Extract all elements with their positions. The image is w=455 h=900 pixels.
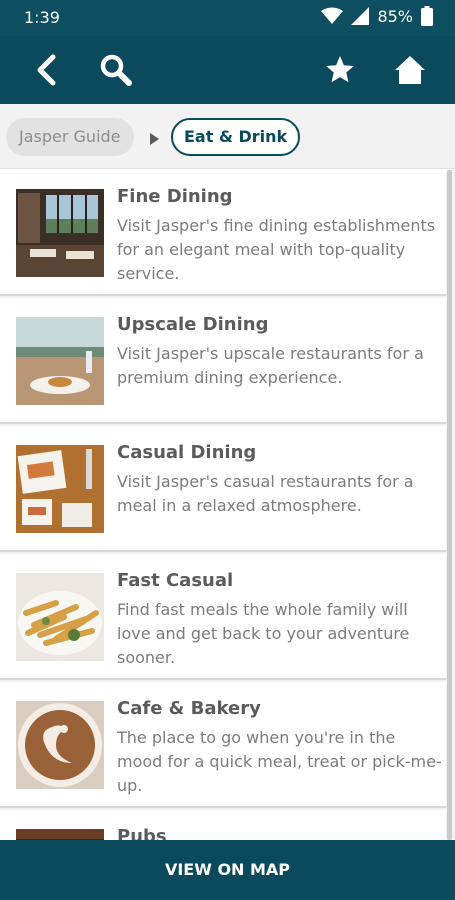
- list-item-title: Fast Casual: [117, 570, 234, 591]
- view-on-map-button[interactable]: VIEW ON MAP: [0, 840, 455, 900]
- breadcrumb-home[interactable]: Jasper Guide: [6, 118, 134, 156]
- list-item-title: Fine Dining: [117, 186, 233, 207]
- casual-dining-thumbnail: [16, 445, 104, 533]
- breadcrumb-arrow-icon: [150, 133, 159, 145]
- list-item-description: Visit Jasper's casual restaurants for a …: [117, 472, 414, 515]
- category-list[interactable]: Fine Dining Visit Jasper's fine dining e…: [0, 170, 455, 840]
- status-bar: 1:39 85%: [0, 0, 455, 36]
- battery-percent: 85%: [377, 6, 413, 26]
- app-bar: [0, 36, 455, 104]
- back-icon: [37, 54, 56, 86]
- home-icon: [395, 56, 425, 84]
- list-item-title: Upscale Dining: [117, 314, 269, 335]
- list-item-casual-dining[interactable]: Casual Dining Visit Jasper's casual rest…: [0, 426, 446, 552]
- search-button[interactable]: [94, 50, 138, 90]
- list-item-description: Visit Jasper's fine dining establishment…: [117, 216, 436, 283]
- home-button[interactable]: [388, 50, 432, 90]
- fast-casual-thumbnail: [16, 573, 104, 661]
- list-item-pubs[interactable]: Pubs: [0, 810, 446, 840]
- list-item-title: Casual Dining: [117, 442, 257, 463]
- list-item-description: Find fast meals the whole family will lo…: [117, 600, 410, 667]
- status-time: 1:39: [24, 8, 60, 27]
- cafe-bakery-thumbnail: [16, 701, 104, 789]
- breadcrumb-current: Eat & Drink: [171, 118, 301, 156]
- battery-icon: [421, 6, 433, 26]
- status-indicators: 85%: [321, 6, 433, 26]
- list-item-cafe-bakery[interactable]: Cafe & Bakery The place to go when you'r…: [0, 682, 446, 808]
- wifi-icon: [321, 7, 344, 24]
- list-item-description: The place to go when you're in the mood …: [117, 728, 442, 795]
- search-icon: [100, 54, 132, 86]
- upscale-dining-thumbnail: [16, 317, 104, 405]
- list-item-description: Visit Jasper's upscale restaurants for a…: [117, 344, 424, 387]
- favorites-button[interactable]: [318, 50, 362, 90]
- star-icon: [326, 56, 354, 83]
- list-item-upscale-dining[interactable]: Upscale Dining Visit Jasper's upscale re…: [0, 298, 446, 424]
- back-button[interactable]: [24, 50, 68, 90]
- cell-signal-icon: [351, 7, 370, 25]
- list-item-title: Pubs: [117, 826, 167, 840]
- list-item-fine-dining[interactable]: Fine Dining Visit Jasper's fine dining e…: [0, 170, 446, 296]
- scrollbar[interactable]: [447, 170, 452, 840]
- pubs-thumbnail: [16, 829, 104, 840]
- list-item-fast-casual[interactable]: Fast Casual Find fast meals the whole fa…: [0, 554, 446, 680]
- fine-dining-thumbnail: [16, 189, 104, 277]
- list-item-title: Cafe & Bakery: [117, 698, 261, 719]
